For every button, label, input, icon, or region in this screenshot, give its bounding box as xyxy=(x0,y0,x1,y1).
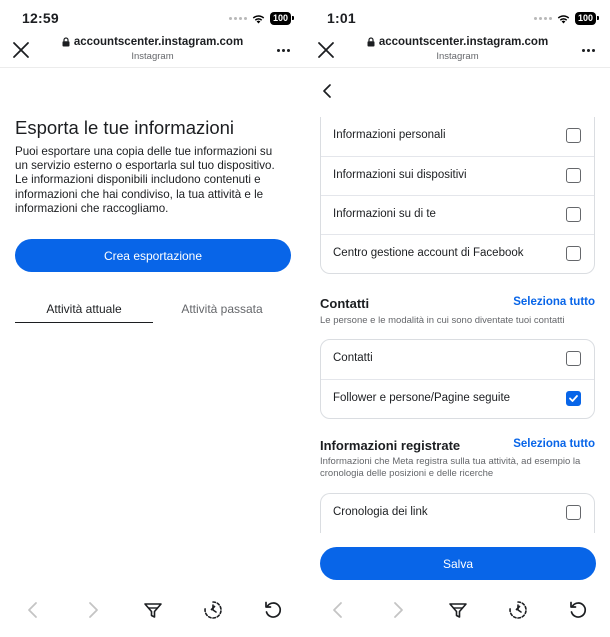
browser-toolbar xyxy=(0,596,305,626)
url-display[interactable]: accountscenter.instagram.com Instagram xyxy=(345,36,570,62)
contacts-card: Contatti Follower e persone/Pagine segui… xyxy=(320,339,595,419)
list-item[interactable]: Follower e persone/Pagine seguite xyxy=(321,379,594,418)
list-item[interactable]: Centro gestione account di Facebook xyxy=(321,234,594,273)
tab-past-activity[interactable]: Attività passata xyxy=(153,296,291,323)
page-title: Esporta le tue informazioni xyxy=(15,117,235,138)
checkmark-icon xyxy=(569,395,578,402)
checkbox[interactable] xyxy=(566,246,581,261)
list-item[interactable]: Contatti xyxy=(321,340,594,379)
close-icon[interactable] xyxy=(12,41,30,59)
more-icon[interactable] xyxy=(277,44,293,56)
history-icon[interactable] xyxy=(202,599,224,621)
signal-icon xyxy=(228,17,247,20)
status-indicators: 100 xyxy=(533,12,600,25)
logged-info-select-all-link[interactable]: Seleziona tutto xyxy=(513,438,595,450)
url-text: accountscenter.instagram.com xyxy=(378,36,549,48)
item-label: Informazioni sui dispositivi xyxy=(333,169,467,181)
filter-icon[interactable] xyxy=(142,599,164,621)
browser-toolbar xyxy=(305,596,610,626)
checkbox[interactable] xyxy=(566,351,581,366)
status-bar: 12:59 100 xyxy=(0,0,305,36)
left-screen: 12:59 100 accountscenter.instagram.com I… xyxy=(0,0,305,637)
url-display[interactable]: accountscenter.instagram.com Instagram xyxy=(40,36,265,62)
chevron-left-icon[interactable] xyxy=(22,599,44,621)
item-label: Informazioni personali xyxy=(333,129,446,141)
contacts-section-description: Le persone e le modalità in cui sono div… xyxy=(320,315,565,326)
list-item[interactable]: Cronologia dei link xyxy=(321,494,594,533)
history-icon[interactable] xyxy=(507,599,529,621)
list-item[interactable]: Informazioni su di te xyxy=(321,195,594,234)
item-label: Contatti xyxy=(333,352,373,364)
status-bar: 1:01 100 xyxy=(305,0,610,36)
checkbox[interactable] xyxy=(566,505,581,520)
save-button[interactable]: Salva xyxy=(320,547,596,580)
contacts-select-all-link[interactable]: Seleziona tutto xyxy=(513,296,595,308)
create-export-button[interactable]: Crea esportazione xyxy=(15,239,291,272)
logged-info-section-description: Informazioni che Meta registra sulla tua… xyxy=(320,456,581,479)
logged-info-card: Cronologia dei link xyxy=(320,493,595,533)
battery-icon: 100 xyxy=(574,12,600,25)
checkbox-checked[interactable] xyxy=(566,391,581,406)
chevron-left-icon[interactable] xyxy=(327,599,349,621)
tab-current-activity[interactable]: Attività attuale xyxy=(15,296,153,323)
contacts-section-title: Contatti xyxy=(320,296,370,311)
url-bar: accountscenter.instagram.com Instagram xyxy=(305,34,610,68)
item-label: Follower e persone/Pagine seguite xyxy=(333,392,511,404)
checkbox[interactable] xyxy=(566,207,581,222)
list-item[interactable]: Informazioni sui dispositivi xyxy=(321,156,594,195)
logged-info-section-title: Informazioni registrate xyxy=(320,438,461,453)
url-bar: accountscenter.instagram.com Instagram xyxy=(0,34,305,68)
wifi-icon xyxy=(557,14,570,23)
signal-icon xyxy=(533,17,552,20)
wifi-icon xyxy=(252,14,265,23)
url-subtitle: Instagram xyxy=(131,51,174,62)
checkbox[interactable] xyxy=(566,168,581,183)
activity-tabs: Attività attuale Attività passata xyxy=(15,296,291,323)
filter-icon[interactable] xyxy=(447,599,469,621)
checkbox[interactable] xyxy=(566,128,581,143)
status-indicators: 100 xyxy=(228,12,295,25)
item-label: Informazioni su di te xyxy=(333,208,436,220)
refresh-icon[interactable] xyxy=(567,599,589,621)
status-time: 12:59 xyxy=(22,10,59,26)
lock-icon xyxy=(367,37,375,47)
more-icon[interactable] xyxy=(582,44,598,56)
url-text: accountscenter.instagram.com xyxy=(73,36,244,48)
chevron-right-icon[interactable] xyxy=(387,599,409,621)
lock-icon xyxy=(62,37,70,47)
close-icon[interactable] xyxy=(317,41,335,59)
info-card: Informazioni personali Informazioni sui … xyxy=(320,117,595,274)
back-arrow-icon[interactable] xyxy=(319,82,335,100)
page-description: Puoi esportare una copia delle tue infor… xyxy=(15,145,275,215)
list-item[interactable]: Informazioni personali xyxy=(321,117,594,156)
status-time: 1:01 xyxy=(327,10,356,26)
refresh-icon[interactable] xyxy=(262,599,284,621)
url-subtitle: Instagram xyxy=(436,51,479,62)
battery-icon: 100 xyxy=(269,12,295,25)
chevron-right-icon[interactable] xyxy=(82,599,104,621)
item-label: Centro gestione account di Facebook xyxy=(333,247,524,259)
right-screen: 1:01 100 accountscenter.instagram.com In… xyxy=(305,0,610,637)
item-label: Cronologia dei link xyxy=(333,506,428,518)
